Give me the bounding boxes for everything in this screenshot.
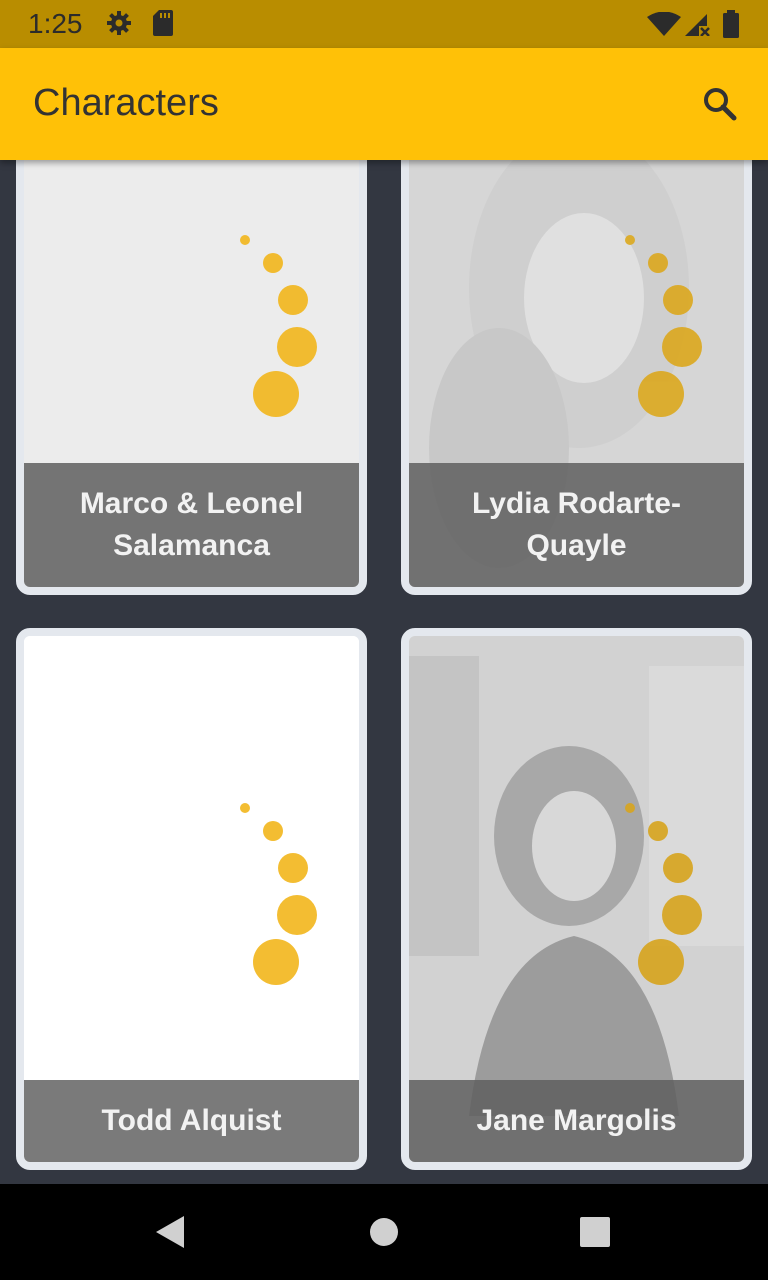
navigation-bar <box>0 1184 768 1280</box>
character-card[interactable]: Marco & Leonel Salamanca <box>16 160 367 595</box>
page-title: Characters <box>33 82 219 124</box>
character-grid[interactable]: Marco & Leonel Salamanca Lydia Rodarte-Q… <box>0 160 768 1184</box>
recents-icon <box>579 1217 611 1252</box>
loading-spinner-icon <box>240 235 317 417</box>
search-button[interactable] <box>696 80 744 128</box>
back-button[interactable] <box>150 1214 190 1255</box>
character-name: Todd Alquist <box>24 1080 359 1162</box>
sd-card-icon <box>153 10 173 36</box>
battery-icon <box>722 10 740 38</box>
character-card[interactable]: Todd Alquist <box>16 628 367 1170</box>
gear-icon <box>106 10 132 36</box>
loading-spinner-icon <box>240 803 317 985</box>
home-icon <box>368 1218 400 1252</box>
app-bar: Characters <box>0 48 768 160</box>
home-button[interactable] <box>368 1216 400 1253</box>
character-card[interactable]: Jane Margolis <box>401 628 752 1170</box>
wifi-icon <box>647 12 681 36</box>
status-time: 1:25 <box>28 8 83 39</box>
character-name: Marco & Leonel Salamanca <box>24 463 359 587</box>
recents-button[interactable] <box>579 1216 611 1253</box>
signal-icon <box>685 12 711 36</box>
character-card[interactable]: Lydia Rodarte-Quayle <box>401 160 752 595</box>
character-name: Lydia Rodarte-Quayle <box>409 463 744 587</box>
back-icon <box>150 1216 190 1254</box>
search-icon <box>696 88 744 132</box>
character-name: Jane Margolis <box>409 1080 744 1162</box>
status-bar: 1:25 <box>0 0 768 48</box>
